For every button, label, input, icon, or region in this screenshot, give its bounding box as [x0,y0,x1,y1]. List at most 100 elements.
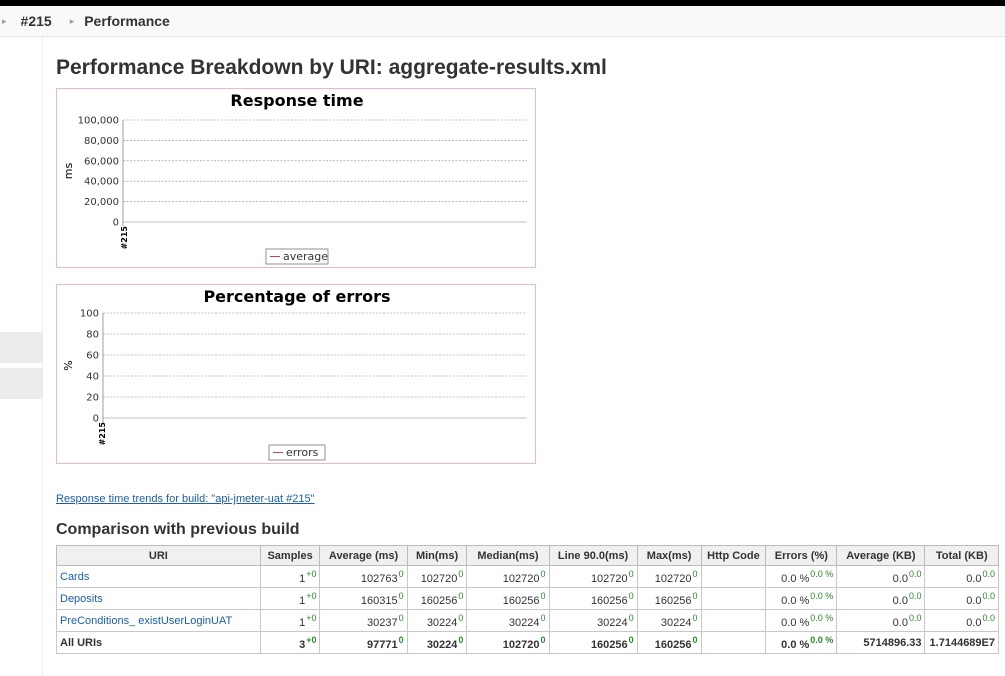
table-cell: 1027200 [466,565,550,588]
y-tick-label: 40,000 [84,177,119,188]
column-header[interactable]: Average (ms) [319,545,408,566]
table-cell: 0.00.0 [836,609,926,632]
table-cell: 0.00.0 [836,565,926,588]
table-cell: 302370 [319,609,408,632]
table-cell: 1027630 [319,565,408,588]
table-cell [700,587,767,610]
sidebar-item[interactable] [0,332,43,363]
table-cell: 0.00.0 [924,609,999,632]
column-header[interactable]: Line 90.0(ms) [548,545,638,566]
table-cell: 0.00.0 [924,587,999,610]
delta-value: 0 [540,568,546,579]
chart-title: Percentage of errors [203,287,390,306]
y-tick-label: 20,000 [84,197,119,208]
table-cell: 1+0 [259,565,321,588]
table-cell: 0.0 %0.0 % [765,587,838,610]
delta-value: 0 [692,612,698,623]
column-header[interactable]: Http Code [700,545,767,566]
delta-value: 0 [692,568,698,579]
delta-value: 0 [628,568,634,579]
delta-value: 0.0 % [810,634,834,645]
table-cell: 0.00.0 [924,565,999,588]
delta-value: 0 [398,634,404,645]
delta-value: 0.0 [908,568,922,579]
uri-cell: All URIs [56,631,261,654]
delta-value: 0 [398,590,404,601]
table-cell: 1603150 [319,587,408,610]
table-cell: 1027200 [548,565,638,588]
table-cell: 1602560 [548,631,638,654]
sidebar-item[interactable] [0,368,43,399]
table-row: Cards 1+0 1027630 1027200 1027200 1027200 1027… [56,565,999,588]
uri-cell[interactable]: Deposits [56,587,261,610]
table-cell: 1602560 [406,587,468,610]
table-cell: 0.0 %0.0 % [765,609,838,632]
table-cell: 5714896.33 [836,631,926,654]
y-tick-label: 60 [86,351,99,362]
table-cell: 1027200 [406,565,468,588]
table-total-row: All URIs 3+0 977710 302240 1027200 1602560 160… [56,631,999,654]
table-cell: 302240 [406,631,468,654]
y-tick-label: 80 [86,330,99,341]
delta-value: 0 [540,634,546,645]
table-cell: 1602560 [636,587,702,610]
delta-value: 0 [692,634,698,645]
breadcrumb-performance[interactable]: Performance [84,13,170,29]
table-cell: 302240 [466,609,550,632]
column-header[interactable]: Median(ms) [466,545,550,566]
delta-value: 0.0 [982,590,995,601]
page-title: Performance Breakdown by URI: aggregate-… [56,56,607,79]
legend-label: errors [286,446,319,459]
chart-title: Response time [230,91,363,110]
table-cell: 977710 [319,631,408,654]
delta-value: +0 [306,612,317,623]
column-header[interactable]: Total (KB) [924,545,999,566]
response-time-chart: Response time ms 100,000 80,000 60,000 40,000… [56,88,536,268]
table-cell [700,631,767,654]
table-cell [700,609,767,632]
delta-value: 0 [628,612,634,623]
delta-value: +0 [306,634,317,645]
delta-value: 0 [458,634,464,645]
table-cell: 302240 [548,609,638,632]
table-cell: 302240 [636,609,702,632]
delta-value: 0.0 [908,590,922,601]
chevron-right-icon: ▸ [2,15,7,26]
column-header[interactable]: Max(ms) [636,545,702,566]
y-tick-label: 20 [86,393,99,404]
delta-value: 0.0 % [810,590,834,601]
errors-chart: Percentage of errors% 100 80 60 40 20 0 #215 err… [56,284,536,464]
y-tick-label: 0 [113,218,119,229]
delta-value: 0 [458,568,464,579]
uri-cell[interactable]: PreConditions_ existUserLoginUAT [56,609,261,632]
table-cell: 1+0 [259,609,321,632]
table-cell: 1602560 [636,631,702,654]
x-tick-label: #215 [120,226,129,250]
chevron-right-icon: ▸ [69,15,75,26]
y-tick-label: 60,000 [84,156,119,167]
y-tick-label: 100 [80,309,99,320]
delta-value: +0 [306,568,317,579]
table-cell: 3+0 [259,631,321,654]
delta-value: 0.0 % [810,568,834,579]
table-cell: 0.0 %0.0 % [765,631,838,654]
response-time-trends-link[interactable]: Response time trends for build: "api-jme… [56,493,315,505]
column-header[interactable]: Samples [259,545,321,566]
column-header[interactable]: Average (KB) [836,545,926,566]
y-tick-label: 40 [86,372,99,383]
column-header[interactable]: URI [56,545,261,566]
column-header[interactable]: Errors (%) [765,545,838,566]
breadcrumb-build[interactable]: #215 [21,13,52,29]
uri-cell[interactable]: Cards [56,565,261,588]
delta-value: 0 [692,590,698,601]
table-row: Deposits 1+0 1603150 1602560 1602560 1602560 1… [56,587,999,610]
comparison-table: URI Samples Average (ms) Min(ms) Median(ms) L… [56,545,999,654]
delta-value: 0 [458,590,464,601]
delta-value: 0 [628,634,634,645]
delta-value: 0.0 [908,612,922,623]
column-header[interactable]: Min(ms) [406,545,468,566]
delta-value: 0.0 % [810,612,834,623]
delta-value: +0 [306,590,317,601]
delta-value: 0 [628,590,634,601]
table-cell: 1+0 [259,587,321,610]
